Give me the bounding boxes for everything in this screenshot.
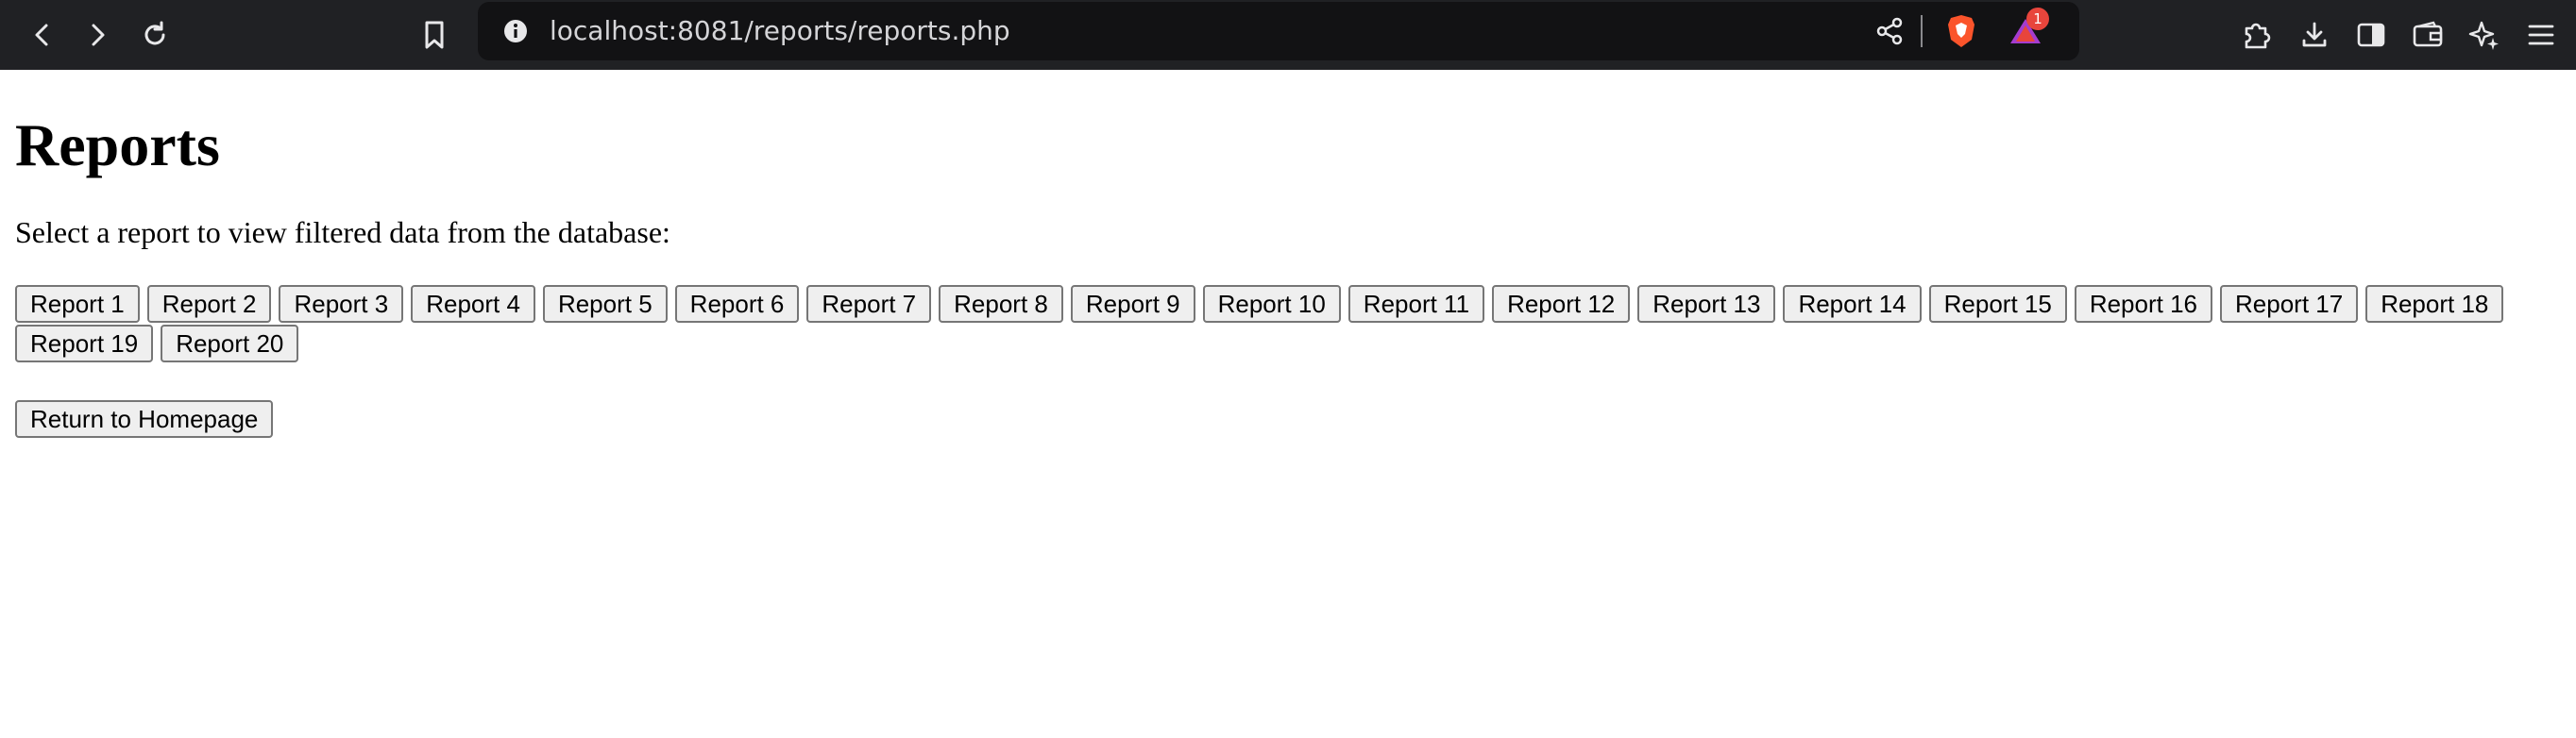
notification-badge: 1 (2026, 8, 2049, 30)
leo-ai-icon[interactable] (2461, 11, 2508, 59)
brave-shields-icon[interactable] (1938, 8, 1985, 55)
report-button-12[interactable]: Report 12 (1492, 285, 1631, 323)
report-button-5[interactable]: Report 5 (542, 285, 668, 323)
report-button-14[interactable]: Report 14 (1783, 285, 1922, 323)
wallet-icon[interactable] (2404, 11, 2451, 59)
return-home-button[interactable]: Return to Homepage (15, 400, 274, 438)
back-icon[interactable] (19, 11, 66, 59)
extensions-icon[interactable] (2233, 11, 2280, 59)
report-button-15[interactable]: Report 15 (1928, 285, 2067, 323)
report-button-list: Report 1 Report 2 Report 3 Report 4 Report 5… (15, 285, 2574, 362)
report-button-8[interactable]: Report 8 (939, 285, 1063, 323)
report-button-3[interactable]: Report 3 (279, 285, 404, 323)
report-button-17[interactable]: Report 17 (2220, 285, 2359, 323)
url-text[interactable]: localhost:8081/reports/reports.php (550, 2, 1010, 60)
page-title: Reports (15, 111, 220, 178)
report-button-6[interactable]: Report 6 (674, 285, 800, 323)
report-button-18[interactable]: Report 18 (2365, 285, 2504, 323)
site-info-icon[interactable] (492, 8, 539, 55)
report-button-20[interactable]: Report 20 (161, 325, 299, 362)
menu-icon[interactable] (2517, 11, 2565, 59)
reload-icon[interactable] (131, 11, 178, 59)
share-icon[interactable] (1866, 8, 1913, 55)
url-separator (1921, 15, 1923, 47)
report-button-9[interactable]: Report 9 (1070, 285, 1195, 323)
bookmark-icon[interactable] (411, 11, 458, 59)
report-button-16[interactable]: Report 16 (2074, 285, 2212, 323)
browser-toolbar: localhost:8081/reports/reports.php 1 (0, 0, 2576, 70)
report-button-19[interactable]: Report 19 (15, 325, 154, 362)
intro-text: Select a report to view filtered data fr… (15, 215, 670, 249)
report-button-10[interactable]: Report 10 (1202, 285, 1341, 323)
report-button-4[interactable]: Report 4 (411, 285, 535, 323)
report-button-13[interactable]: Report 13 (1637, 285, 1776, 323)
address-bar[interactable]: localhost:8081/reports/reports.php (478, 2, 2079, 60)
report-button-1[interactable]: Report 1 (15, 285, 140, 323)
downloads-icon[interactable] (2291, 11, 2338, 59)
report-button-11[interactable]: Report 11 (1347, 285, 1485, 323)
report-button-2[interactable]: Report 2 (146, 285, 272, 323)
forward-icon[interactable] (74, 11, 121, 59)
report-button-7[interactable]: Report 7 (806, 285, 932, 323)
sidebar-icon[interactable] (2347, 11, 2395, 59)
